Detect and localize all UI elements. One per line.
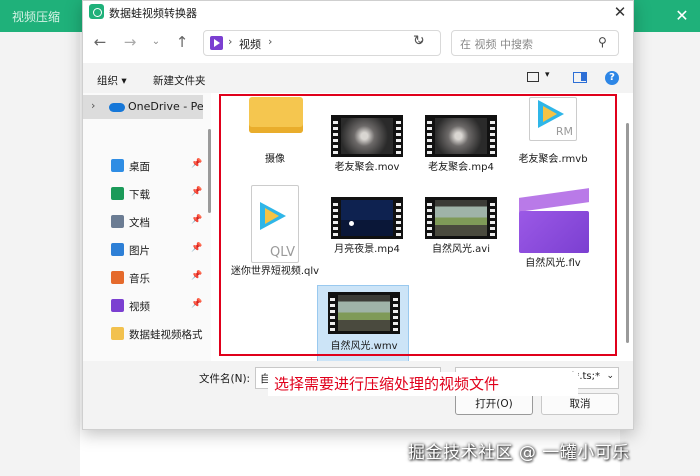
command-bar: 组织 ▾ 新建文件夹 ▾ ?: [83, 63, 633, 93]
background-close-icon[interactable]: ✕: [672, 6, 692, 26]
breadcrumb-separator: ›: [228, 35, 233, 48]
sidebar-item-label: 图片: [129, 245, 150, 257]
sidebar-item[interactable]: 文档 📌: [83, 211, 207, 233]
sidebar-item-label: 文档: [129, 217, 150, 229]
sidebar-item[interactable]: 图片 📌: [83, 239, 207, 261]
video-icon: [111, 299, 124, 312]
organize-menu[interactable]: 组织 ▾: [97, 73, 127, 88]
dialog-title: 数据蛙视频转换器: [109, 7, 197, 20]
view-dropdown-icon[interactable]: ▾: [545, 70, 550, 80]
cancel-button[interactable]: 取消: [541, 393, 619, 415]
view-mode-icon[interactable]: [527, 72, 539, 82]
sidebar-item[interactable]: 视频 📌: [83, 295, 207, 317]
download-icon: [111, 187, 124, 200]
sidebar-item-label: OneDrive - Per: [128, 100, 203, 113]
search-icon: ⚲: [598, 35, 607, 49]
file-list-scrollbar[interactable]: [626, 123, 629, 343]
refresh-icon[interactable]: ↻: [413, 33, 425, 49]
new-folder-button[interactable]: 新建文件夹: [153, 73, 206, 88]
sidebar-item-label: 数据蛙视频格式: [129, 329, 203, 341]
pin-icon[interactable]: 📌: [191, 243, 202, 253]
pin-icon[interactable]: 📌: [191, 299, 202, 309]
search-box[interactable]: 在 视频 中搜索 ⚲: [451, 30, 619, 56]
pin-icon[interactable]: 📌: [191, 187, 202, 197]
expand-chevron-icon[interactable]: ›: [91, 99, 95, 112]
preview-pane-icon[interactable]: [573, 72, 587, 83]
music-icon: [111, 271, 124, 284]
breadcrumb-separator[interactable]: ›: [268, 35, 272, 48]
sidebar-item[interactable]: 桌面 📌: [83, 155, 207, 177]
up-arrow-icon[interactable]: ↑: [173, 33, 191, 51]
sidebar-item-label: 视频: [129, 301, 150, 313]
background-app-left: [0, 32, 80, 476]
address-bar[interactable]: › 视频 › ⌄: [203, 30, 441, 56]
highlight-box: [219, 94, 617, 356]
forward-arrow-icon[interactable]: →: [121, 33, 139, 51]
onedrive-cloud-icon: [109, 103, 125, 112]
pin-icon[interactable]: 📌: [191, 271, 202, 281]
document-icon: [111, 215, 124, 228]
watermark: 掘金技术社区 @ 一罐小可乐: [408, 443, 630, 463]
sidebar-item-label: 下载: [129, 189, 150, 201]
sidebar-item-label: 音乐: [129, 273, 150, 285]
close-icon[interactable]: ✕: [609, 2, 631, 22]
video-folder-icon: [210, 36, 223, 50]
navigation-pane: › OneDrive - Per 桌面 📌 下载 📌 文档 📌 图片 📌 音乐 📌 视频 📌 数据蛙视频…: [83, 93, 211, 361]
chevron-down-icon: ⌄: [606, 371, 614, 381]
sidebar-item[interactable]: 下载 📌: [83, 183, 207, 205]
app-logo-icon: [89, 4, 104, 19]
sidebar-item-label: 桌面: [129, 161, 150, 173]
pin-icon[interactable]: 📌: [191, 159, 202, 169]
pin-icon[interactable]: 📌: [191, 215, 202, 225]
folder-icon: [111, 327, 124, 340]
search-placeholder: 在 视频 中搜索: [460, 38, 533, 51]
sidebar-item[interactable]: 音乐 📌: [83, 267, 207, 289]
annotation-caption: 选择需要进行压缩处理的视频文件: [268, 372, 578, 396]
filename-label: 文件名(N):: [199, 373, 251, 385]
dialog-titlebar: 数据蛙视频转换器 ✕: [83, 1, 633, 23]
background-app-title: 视频压缩: [12, 10, 61, 24]
help-icon[interactable]: ?: [605, 71, 619, 85]
picture-icon: [111, 243, 124, 256]
sidebar-item[interactable]: 数据蛙视频格式: [83, 323, 207, 345]
navigation-bar: ← → ⌄ ↑ › 视频 › ⌄ ↻ 在 视频 中搜索 ⚲: [83, 23, 633, 63]
open-button[interactable]: 打开(O): [455, 393, 533, 415]
breadcrumb-location[interactable]: 视频: [239, 36, 261, 52]
back-arrow-icon[interactable]: ←: [91, 33, 109, 51]
sidebar-item-onedrive[interactable]: › OneDrive - Per: [83, 95, 203, 119]
recent-chevron-down-icon[interactable]: ⌄: [147, 33, 165, 51]
desktop-icon: [111, 159, 124, 172]
